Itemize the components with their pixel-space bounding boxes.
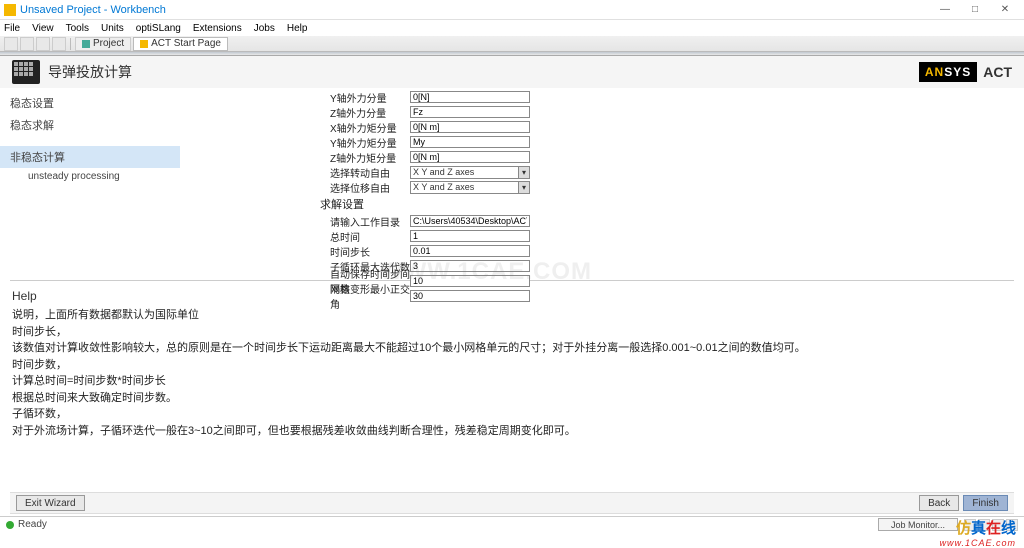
- project-icon: [82, 40, 90, 48]
- select-trans-value: X Y and Z axes: [413, 182, 474, 192]
- wizard-button-bar: Exit Wizard Back Finish: [10, 492, 1014, 514]
- act-tab-label: ACT Start Page: [151, 38, 221, 49]
- toolbar: Project ACT Start Page: [0, 36, 1024, 52]
- label-rot-dof: 选择转动自由: [330, 165, 410, 180]
- sidebar-subitem-unsteady: unsteady processing: [0, 168, 180, 185]
- app-icon: [4, 4, 16, 16]
- main-area: 稳态设置 稳态求解 非稳态计算 unsteady processing Y轴外力…: [0, 88, 1024, 278]
- menu-units[interactable]: Units: [101, 23, 124, 34]
- menu-tools[interactable]: Tools: [66, 23, 89, 34]
- input-total-time[interactable]: [410, 230, 530, 242]
- help-panel: Help 说明，上面所有数据都默认为国际单位 时间步长， 该数值对计算收敛性影响…: [0, 281, 1024, 445]
- maximize-button[interactable]: □: [960, 1, 990, 19]
- help-line-5: 根据总时间来大致确定时间步数。: [12, 390, 1012, 407]
- chevron-down-icon: ▾: [518, 182, 529, 193]
- label-trans-dof: 选择位移自由: [330, 180, 410, 195]
- act-label: ACT: [983, 64, 1012, 80]
- menu-file[interactable]: File: [4, 23, 20, 34]
- label-y-force: Y轴外力分量: [330, 90, 410, 105]
- toolbar-new-icon[interactable]: [4, 37, 18, 51]
- sidebar: 稳态设置 稳态求解 非稳态计算 unsteady processing: [0, 88, 180, 278]
- calculator-icon: [12, 60, 40, 84]
- help-line-7: 对于外流场计算，子循环迭代一般在3~10之间即可，但也要根据残差收敛曲线判断合理…: [12, 423, 1012, 440]
- label-z-moment: Z轴外力矩分量: [330, 150, 410, 165]
- finish-button[interactable]: Finish: [963, 495, 1008, 511]
- label-timestep: 时间步长: [330, 244, 410, 259]
- input-z-moment[interactable]: [410, 151, 530, 163]
- exit-wizard-button[interactable]: Exit Wizard: [16, 495, 85, 511]
- sidebar-item-steady-solve[interactable]: 稳态求解: [0, 114, 180, 136]
- section-solve-settings: 求解设置: [320, 196, 530, 212]
- menu-bar: File View Tools Units optiSLang Extensio…: [0, 20, 1024, 36]
- ansys-icon: [140, 40, 148, 48]
- label-total-time: 总时间: [330, 229, 410, 244]
- menu-help[interactable]: Help: [287, 23, 308, 34]
- toolbar-refresh-icon[interactable]: [52, 37, 66, 51]
- ansys-logo: ANSYS: [919, 62, 977, 82]
- watermark-center: WWW.1CAE.COM: [380, 258, 592, 286]
- input-workdir[interactable]: [410, 215, 530, 227]
- help-line-2: 该数值对计算收敛性影响较大，总的原则是在一个时间步长下运动距离最大不能超过10个…: [12, 340, 1012, 357]
- page-header: 导弹投放计算 ANSYS ACT: [0, 56, 1024, 88]
- help-line-0: 说明，上面所有数据都默认为国际单位: [12, 307, 1012, 324]
- label-z-force: Z轴外力分量: [330, 105, 410, 120]
- menu-optislang[interactable]: optiSLang: [136, 23, 181, 34]
- chevron-down-icon: ▾: [518, 167, 529, 178]
- label-y-moment: Y轴外力矩分量: [330, 135, 410, 150]
- select-rot-value: X Y and Z axes: [413, 167, 474, 177]
- menu-view[interactable]: View: [32, 23, 54, 34]
- input-timestep[interactable]: [410, 245, 530, 257]
- input-x-moment[interactable]: [410, 121, 530, 133]
- input-y-force[interactable]: [410, 91, 530, 103]
- status-bar: Ready Job Monitor...: [0, 516, 1024, 532]
- toolbar-separator: [70, 38, 71, 50]
- close-button[interactable]: ✕: [990, 1, 1020, 19]
- label-workdir: 请输入工作目录: [330, 214, 410, 229]
- help-line-1: 时间步长，: [12, 324, 1012, 341]
- minimize-button[interactable]: —: [930, 1, 960, 19]
- help-line-3: 时间步数，: [12, 357, 1012, 374]
- input-y-moment[interactable]: [410, 136, 530, 148]
- input-mesh-angle[interactable]: [410, 290, 530, 302]
- input-z-force[interactable]: [410, 106, 530, 118]
- act-start-page-tab[interactable]: ACT Start Page: [133, 37, 228, 51]
- select-trans-dof[interactable]: X Y and Z axes ▾: [410, 181, 530, 194]
- select-rot-dof[interactable]: X Y and Z axes ▾: [410, 166, 530, 179]
- project-tab[interactable]: Project: [75, 37, 131, 51]
- project-label: Project: [93, 38, 124, 49]
- sidebar-item-unsteady[interactable]: 非稳态计算: [0, 146, 180, 168]
- menu-jobs[interactable]: Jobs: [254, 23, 275, 34]
- sidebar-item-steady-setup[interactable]: 稳态设置: [0, 92, 180, 114]
- menu-extensions[interactable]: Extensions: [193, 23, 242, 34]
- watermark-corner: 仿真在线 www.1CAE.com: [939, 517, 1016, 548]
- status-indicator-icon: [6, 521, 14, 529]
- page-title: 导弹投放计算: [48, 62, 919, 82]
- help-line-4: 计算总时间=时间步数*时间步长: [12, 373, 1012, 390]
- window-title: Unsaved Project - Workbench: [20, 4, 930, 16]
- status-text: Ready: [18, 519, 47, 530]
- form-panel: Y轴外力分量 Z轴外力分量 X轴外力矩分量 Y轴外力矩分量 Z轴外力矩分量 选择…: [330, 88, 530, 278]
- label-x-moment: X轴外力矩分量: [330, 120, 410, 135]
- help-line-6: 子循环数，: [12, 406, 1012, 423]
- back-button[interactable]: Back: [919, 495, 959, 511]
- window-titlebar: Unsaved Project - Workbench — □ ✕: [0, 0, 1024, 20]
- toolbar-save-icon[interactable]: [36, 37, 50, 51]
- toolbar-open-icon[interactable]: [20, 37, 34, 51]
